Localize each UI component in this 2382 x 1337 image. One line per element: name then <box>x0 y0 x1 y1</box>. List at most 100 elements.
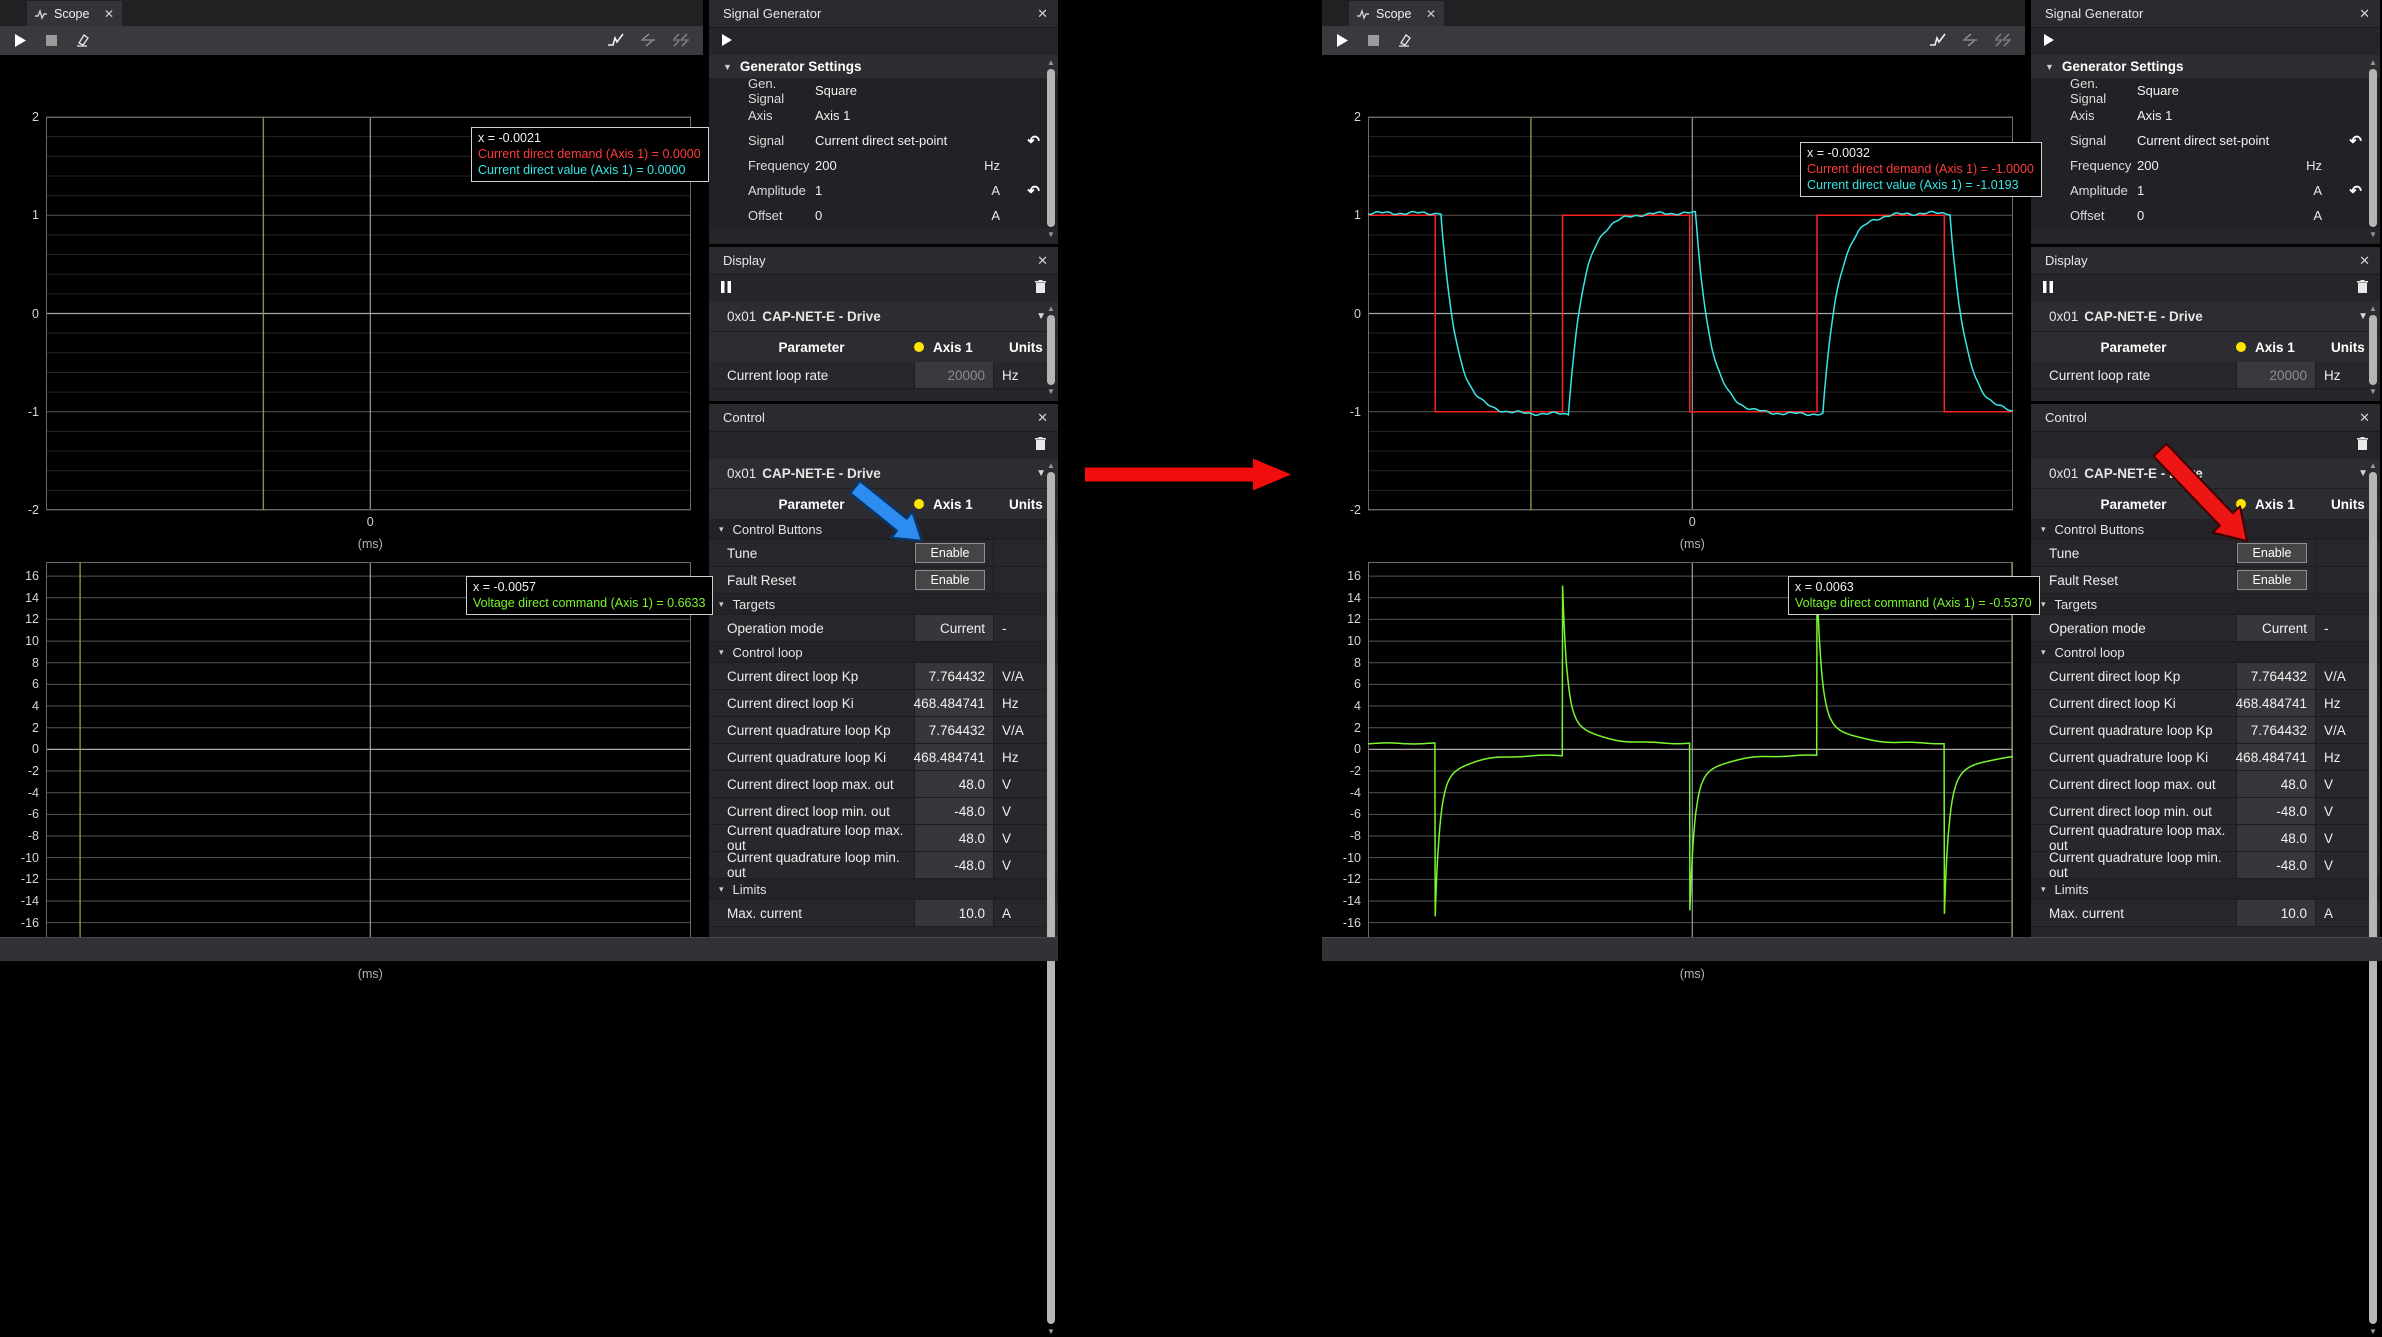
fault-reset-enable-button[interactable]: Enable <box>2237 570 2307 590</box>
generator-play-icon[interactable] <box>2043 33 2054 51</box>
close-icon[interactable]: ✕ <box>1037 6 1048 22</box>
tune-enable-button[interactable]: Enable <box>2237 543 2307 563</box>
close-icon[interactable]: ✕ <box>2359 6 2370 22</box>
clear-eraser-icon[interactable] <box>1393 30 1415 52</box>
fault-reset-enable-button[interactable]: Enable <box>915 570 985 590</box>
plot-canvas[interactable] <box>46 562 691 940</box>
pause-icon[interactable] <box>721 280 731 298</box>
parameter-value[interactable]: 468.484741 <box>914 744 993 770</box>
scroll-down-icon[interactable]: ▼ <box>2367 230 2379 240</box>
scrollbar[interactable]: ▲ ▼ <box>1045 461 1057 1337</box>
undo-icon[interactable]: ↶ <box>1027 132 1040 150</box>
parameter-value[interactable]: -48.0 <box>2236 852 2315 878</box>
scroll-up-icon[interactable]: ▲ <box>2367 58 2379 68</box>
device-dropdown[interactable]: 0x01 CAP-NET-E - Drive ▼ <box>709 459 1058 488</box>
parameter-value[interactable]: -48.0 <box>914 798 993 824</box>
parameter-value[interactable]: -48.0 <box>2236 798 2315 824</box>
tab-scope[interactable]: Scope ✕ <box>1349 1 1444 26</box>
scroll-down-icon[interactable]: ▼ <box>1045 230 1057 240</box>
parameter-value[interactable]: 468.484741 <box>2236 690 2315 716</box>
scrollbar-thumb[interactable] <box>2369 69 2377 227</box>
undo-icon[interactable]: ↶ <box>1027 182 1040 200</box>
signal-trace-icon[interactable] <box>604 30 626 52</box>
scrollbar-thumb[interactable] <box>1047 69 1055 227</box>
stop-icon[interactable] <box>40 30 62 52</box>
scrollbar[interactable]: ▲ ▼ <box>1045 304 1057 397</box>
scroll-up-icon[interactable]: ▲ <box>2367 304 2379 314</box>
play-icon[interactable] <box>9 30 31 52</box>
parameter-value[interactable]: 468.484741 <box>2236 744 2315 770</box>
parameter-value[interactable]: 48.0 <box>914 771 993 797</box>
parameter-value[interactable]: -48.0 <box>914 852 993 878</box>
scrollbar[interactable]: ▲ ▼ <box>2367 304 2379 397</box>
scrollbar-thumb[interactable] <box>1047 315 1055 385</box>
parameter-value[interactable]: Current <box>914 615 993 641</box>
parameter-value[interactable]: 468.484741 <box>914 690 993 716</box>
scroll-down-icon[interactable]: ▼ <box>2367 387 2379 397</box>
trash-icon[interactable] <box>2357 437 2368 455</box>
split-channels-icon[interactable] <box>637 30 659 52</box>
offset-input[interactable]: 0 <box>815 208 822 223</box>
tab-close-icon[interactable]: ✕ <box>104 7 114 21</box>
parameter-value[interactable]: 7.764432 <box>914 663 993 689</box>
frequency-input[interactable]: 200 <box>2137 158 2159 173</box>
group-header-targets[interactable]: ▾Targets <box>709 594 1058 615</box>
scroll-down-icon[interactable]: ▼ <box>1045 1327 1057 1337</box>
parameter-value[interactable]: 7.764432 <box>914 717 993 743</box>
close-icon[interactable]: ✕ <box>2359 253 2370 269</box>
amplitude-input[interactable]: 1 <box>2137 183 2144 198</box>
scroll-up-icon[interactable]: ▲ <box>2367 461 2379 471</box>
parameter-value[interactable]: 7.764432 <box>2236 663 2315 689</box>
parameter-value[interactable]: 48.0 <box>2236 771 2315 797</box>
group-header-control-buttons[interactable]: ▾Control Buttons <box>2031 519 2380 540</box>
device-dropdown[interactable]: 0x01 CAP-NET-E - Drive ▼ <box>2031 302 2380 331</box>
axis-select[interactable]: Axis 1 <box>815 108 850 123</box>
gen-signal-select[interactable]: Square <box>815 83 857 98</box>
split-channels-icon[interactable] <box>1959 30 1981 52</box>
stop-icon[interactable] <box>1362 30 1384 52</box>
amplitude-input[interactable]: 1 <box>815 183 822 198</box>
scroll-up-icon[interactable]: ▲ <box>1045 304 1057 314</box>
signal-select[interactable]: Current direct set-point <box>2137 133 2269 148</box>
grid-channels-icon[interactable] <box>670 30 692 52</box>
clear-eraser-icon[interactable] <box>71 30 93 52</box>
tune-enable-button[interactable]: Enable <box>915 543 985 563</box>
scroll-down-icon[interactable]: ▼ <box>1045 387 1057 397</box>
scroll-up-icon[interactable]: ▲ <box>1045 461 1057 471</box>
axis-select[interactable]: Axis 1 <box>2137 108 2172 123</box>
plot-canvas[interactable] <box>1368 562 2013 940</box>
gen-signal-select[interactable]: Square <box>2137 83 2179 98</box>
scrollbar[interactable]: ▲ ▼ <box>2367 58 2379 240</box>
generator-play-icon[interactable] <box>721 33 732 51</box>
group-header-limits[interactable]: ▾Limits <box>709 879 1058 900</box>
parameter-value[interactable]: 10.0 <box>2236 900 2315 926</box>
tab-scope[interactable]: Scope ✕ <box>27 1 122 26</box>
close-icon[interactable]: ✕ <box>1037 410 1048 426</box>
trash-icon[interactable] <box>1035 280 1046 298</box>
parameter-value[interactable]: 10.0 <box>914 900 993 926</box>
scroll-down-icon[interactable]: ▼ <box>2367 1327 2379 1337</box>
frequency-input[interactable]: 200 <box>815 158 837 173</box>
scope-chart-voltage[interactable]: 1614121086420-2-4-6-8-10-12-14-160(ms)x … <box>1368 562 2013 940</box>
scope-chart-current[interactable]: 210-1-20(ms)x = -0.0032Current direct de… <box>1368 117 2013 510</box>
device-dropdown[interactable]: 0x01 CAP-NET-E - Drive ▼ <box>709 302 1058 331</box>
scrollbar-thumb[interactable] <box>2369 315 2377 385</box>
scrollbar[interactable]: ▲ ▼ <box>2367 461 2379 1337</box>
parameter-value[interactable]: 7.764432 <box>2236 717 2315 743</box>
scroll-up-icon[interactable]: ▲ <box>1045 58 1057 68</box>
grid-channels-icon[interactable] <box>1992 30 2014 52</box>
trash-icon[interactable] <box>1035 437 1046 455</box>
parameter-value[interactable]: 48.0 <box>914 825 993 851</box>
parameter-value[interactable]: 48.0 <box>2236 825 2315 851</box>
offset-input[interactable]: 0 <box>2137 208 2144 223</box>
tab-close-icon[interactable]: ✕ <box>1426 7 1436 21</box>
scrollbar-thumb[interactable] <box>2369 472 2377 1324</box>
play-icon[interactable] <box>1331 30 1353 52</box>
signal-select[interactable]: Current direct set-point <box>815 133 947 148</box>
group-header-targets[interactable]: ▾Targets <box>2031 594 2380 615</box>
scrollbar[interactable]: ▲ ▼ <box>1045 58 1057 240</box>
scope-chart-current[interactable]: 210-1-20(ms)x = -0.0021Current direct de… <box>46 117 691 510</box>
group-header-control-buttons[interactable]: ▾Control Buttons <box>709 519 1058 540</box>
group-header-limits[interactable]: ▾Limits <box>2031 879 2380 900</box>
close-icon[interactable]: ✕ <box>2359 410 2370 426</box>
